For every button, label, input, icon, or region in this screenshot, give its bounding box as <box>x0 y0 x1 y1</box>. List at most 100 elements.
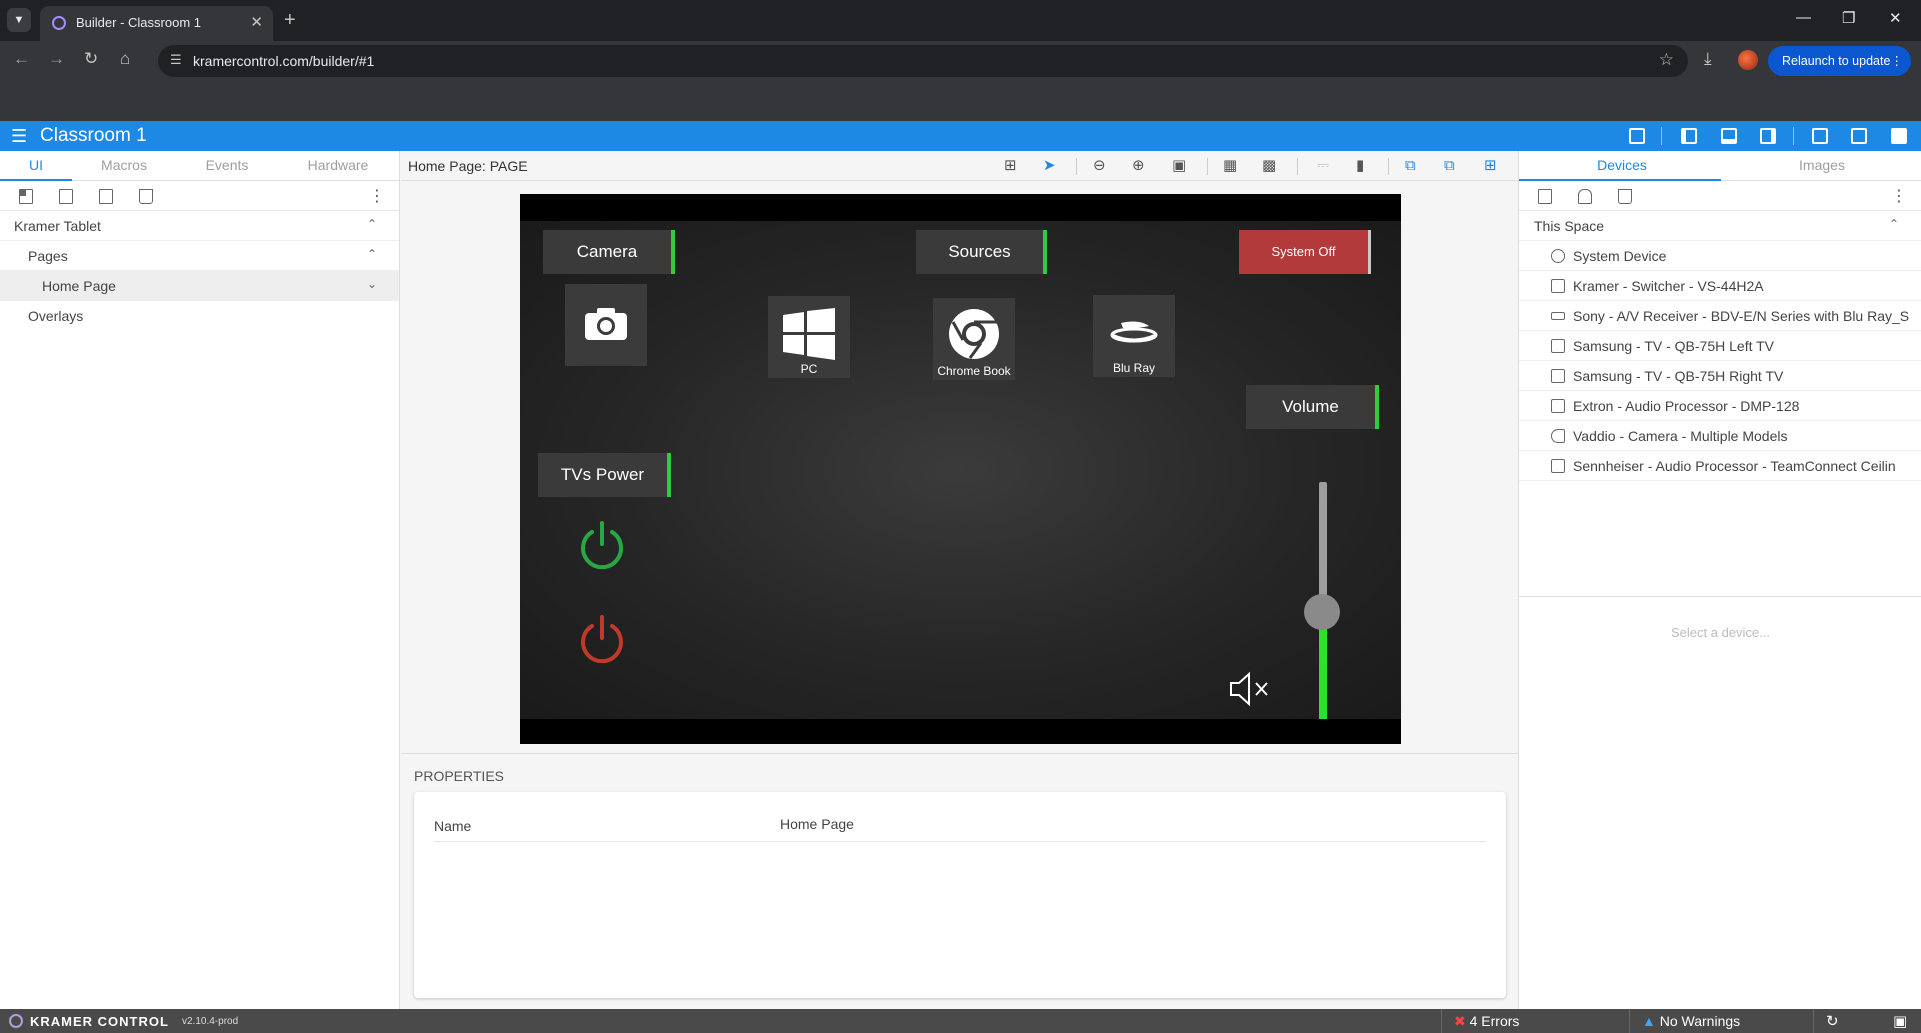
add-page-icon[interactable] <box>19 189 33 204</box>
browser-toolbar: ← → ↻ ⌂ ☰ kramercontrol.com/builder/#1 ☆… <box>0 41 1921 81</box>
relaunch-button[interactable]: Relaunch to update ⋮ <box>1768 46 1911 76</box>
canvas-area: Home Page: PAGE ⊞ ➤ ⊖ ⊕ ▣ ▦ ▩ ⎓ ▮ ⧉ ⧉ ⊞ … <box>401 151 1518 1009</box>
sources-label[interactable]: Sources <box>916 230 1047 274</box>
tab-devices[interactable]: Devices <box>1522 157 1722 173</box>
report-icon[interactable] <box>1629 128 1645 144</box>
section-this-space[interactable]: This Space ⌃ <box>1519 211 1921 241</box>
device-item[interactable]: Sony - A/V Receiver - BDV-E/N Series wit… <box>1519 301 1921 331</box>
forward-icon[interactable]: → <box>48 49 65 69</box>
minimize-icon[interactable]: — <box>1796 9 1811 26</box>
tab-hardware[interactable]: Hardware <box>288 157 388 173</box>
header-divider <box>1793 127 1794 145</box>
device-item[interactable]: Samsung - TV - QB-75H Left TV <box>1519 331 1921 361</box>
errors-count: 4 Errors <box>1469 1013 1520 1029</box>
chevron-down-icon[interactable]: ⌄ <box>367 277 377 291</box>
volume-slider-thumb[interactable] <box>1304 594 1340 631</box>
camera-controls-label[interactable]: Camera Controls <box>543 230 675 305</box>
source-chromebook-button[interactable]: Chrome Book <box>933 298 1015 380</box>
right-panel: Devices Images ⋮ This Space ⌃ System Dev… <box>1518 151 1921 1009</box>
left-panel-toggle-icon[interactable] <box>1681 128 1697 144</box>
errors-indicator[interactable]: ✖ 4 Errors <box>1454 1013 1519 1030</box>
device-name: Kramer - Switcher - VS-44H2A <box>1573 278 1764 294</box>
tree-item-kramer-tablet[interactable]: Kramer Tablet ⌃ <box>0 211 399 241</box>
download-icon[interactable]: ⤓ <box>1704 49 1712 69</box>
restore-icon[interactable]: ❐ <box>1842 9 1855 27</box>
system-off-button[interactable]: System Off <box>1239 230 1371 274</box>
url-text[interactable]: kramercontrol.com/builder/#1 <box>193 53 374 69</box>
reload-icon[interactable]: ↻ <box>84 49 98 69</box>
fullscreen-icon[interactable]: ▣ <box>1893 1012 1907 1030</box>
device-item[interactable]: System Device <box>1519 241 1921 271</box>
refresh-icon[interactable]: ↻ <box>1826 1012 1839 1030</box>
back-icon[interactable]: ← <box>13 49 30 69</box>
chevron-up-icon[interactable]: ⌃ <box>367 217 377 231</box>
left-tabs: UI Macros Events Hardware <box>0 151 399 181</box>
chevron-up-icon[interactable]: ⌃ <box>1889 217 1899 231</box>
save-icon[interactable] <box>1891 128 1907 144</box>
tab-search-button[interactable]: ▼ <box>7 8 31 32</box>
trash-icon[interactable] <box>1618 189 1632 204</box>
download-project-icon[interactable] <box>1851 128 1867 144</box>
distribute-vertical-icon[interactable]: ▮ <box>1356 158 1364 174</box>
bottom-panel-toggle-icon[interactable] <box>1721 128 1737 144</box>
device-item[interactable]: Sennheiser - Audio Processor - TeamConne… <box>1519 451 1921 481</box>
more-options-icon[interactable]: ⋮ <box>369 186 385 206</box>
chevron-up-icon[interactable]: ⌃ <box>367 247 377 261</box>
zoom-fit-icon[interactable]: ▣ <box>1172 158 1186 174</box>
tab-events[interactable]: Events <box>177 157 277 173</box>
tvs-power-label[interactable]: TVs Power <box>538 453 671 497</box>
site-info-icon[interactable]: ☰ <box>170 52 182 68</box>
zoom-out-icon[interactable]: ⊖ <box>1093 158 1106 174</box>
status-divider <box>1813 1009 1814 1033</box>
bookmark-star-icon[interactable]: ☆ <box>1659 50 1674 70</box>
camera-button[interactable] <box>565 284 647 366</box>
upload-icon[interactable] <box>1812 128 1828 144</box>
home-icon[interactable]: ⌂ <box>120 49 130 69</box>
tree-item-home-page[interactable]: Home Page ⌄ <box>0 271 399 301</box>
warnings-indicator[interactable]: ▲ No Warnings <box>1642 1013 1740 1029</box>
document-icon[interactable] <box>59 189 73 204</box>
source-pc-button[interactable]: PC <box>768 296 850 378</box>
device-driver-icon[interactable] <box>1578 189 1592 204</box>
more-icon[interactable]: ⋮ <box>1891 46 1904 76</box>
zoom-in-icon[interactable]: ⊕ <box>1132 158 1145 174</box>
send-back-icon[interactable]: ⧉ <box>1444 158 1455 174</box>
grid-layout-icon[interactable]: ⊞ <box>1484 158 1497 174</box>
add-device-icon[interactable] <box>1538 189 1552 204</box>
trash-icon[interactable] <box>139 189 153 204</box>
power-on-icon[interactable] <box>577 520 627 570</box>
bring-front-icon[interactable]: ⧉ <box>1405 158 1416 174</box>
source-bluray-button[interactable]: Blu Ray <box>1093 295 1175 377</box>
tree-item-pages[interactable]: Pages ⌃ <box>0 241 399 271</box>
windows-icon <box>783 308 835 360</box>
distribute-horizontal-icon[interactable]: ⎓ <box>1317 158 1329 174</box>
tree-item-overlays[interactable]: Overlays <box>0 301 399 331</box>
align-icon[interactable]: ▦ <box>1223 158 1237 174</box>
close-tab-icon[interactable]: ✕ <box>250 13 263 31</box>
device-item[interactable]: Extron - Audio Processor - DMP-128 <box>1519 391 1921 421</box>
device-item[interactable]: Vaddio - Camera - Multiple Models <box>1519 421 1921 451</box>
tab-macros[interactable]: Macros <box>74 157 174 173</box>
address-bar[interactable]: ☰ kramercontrol.com/builder/#1 ☆ <box>158 45 1688 77</box>
browser-tab[interactable]: Builder - Classroom 1 ✕ <box>40 6 273 41</box>
property-value[interactable]: Home Page <box>780 816 854 832</box>
device-item[interactable]: Samsung - TV - QB-75H Right TV <box>1519 361 1921 391</box>
volume-label[interactable]: Volume <box>1246 385 1379 429</box>
power-off-icon[interactable] <box>577 614 627 664</box>
new-tab-icon[interactable]: + <box>284 8 296 32</box>
chrome-icon <box>949 309 999 359</box>
status-divider <box>1441 1009 1442 1033</box>
device-item[interactable]: Kramer - Switcher - VS-44H2A <box>1519 271 1921 301</box>
hamburger-menu-icon[interactable]: ☰ <box>11 126 27 147</box>
right-panel-toggle-icon[interactable] <box>1760 128 1776 144</box>
profile-avatar[interactable] <box>1738 50 1758 70</box>
mute-icon[interactable] <box>1227 669 1275 709</box>
tab-images[interactable]: Images <box>1722 157 1921 173</box>
select-pointer-icon[interactable]: ➤ <box>1043 158 1056 174</box>
close-window-icon[interactable]: ✕ <box>1889 9 1902 27</box>
more-options-icon[interactable]: ⋮ <box>1891 186 1907 206</box>
duplicate-icon[interactable] <box>99 189 113 204</box>
property-row: Name Home Page <box>434 808 1486 842</box>
add-widget-icon[interactable]: ⊞ <box>1004 158 1017 174</box>
group-icon[interactable]: ▩ <box>1262 158 1276 174</box>
